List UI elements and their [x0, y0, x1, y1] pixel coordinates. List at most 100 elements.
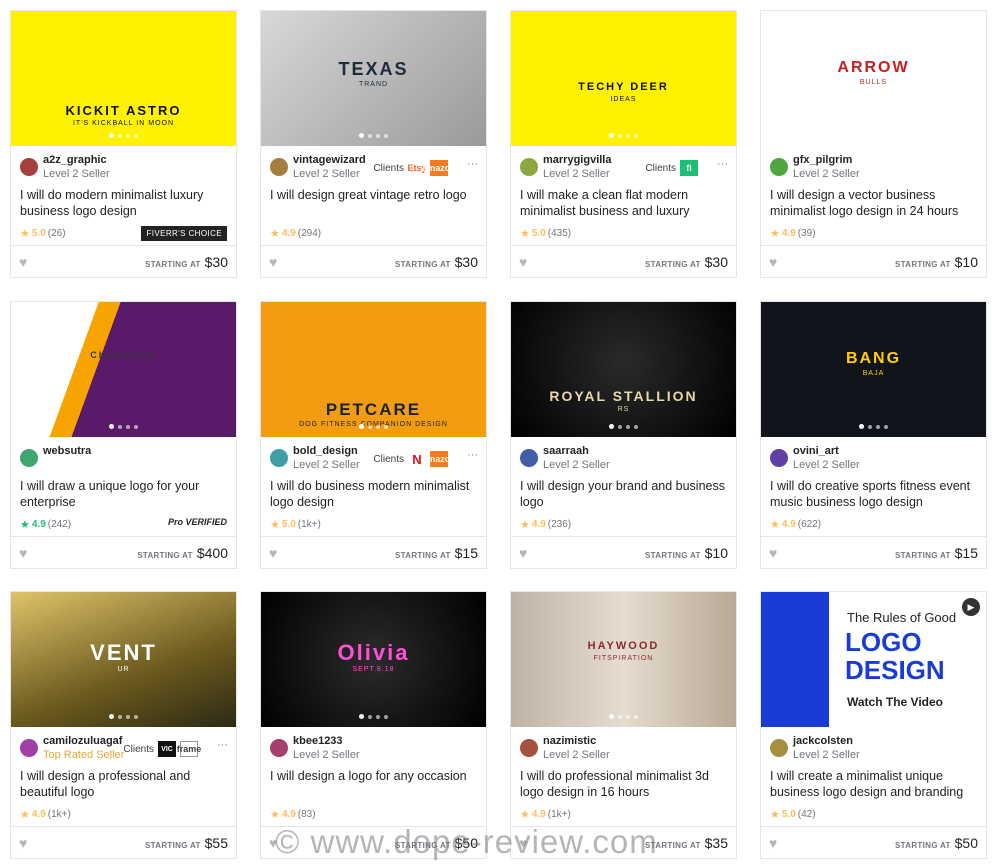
- more-icon[interactable]: ···: [717, 158, 728, 170]
- avatar[interactable]: [270, 449, 288, 467]
- gig-thumbnail[interactable]: KICKIT ASTRO IT'S KICKBALL IN MOON: [11, 11, 236, 146]
- price[interactable]: STARTING AT $400: [137, 545, 228, 561]
- avatar[interactable]: [20, 158, 38, 176]
- gig-card[interactable]: KICKIT ASTRO IT'S KICKBALL IN MOON a2z_g…: [10, 10, 237, 278]
- seller-name[interactable]: saarraah: [543, 445, 589, 457]
- price[interactable]: STARTING AT $30: [395, 254, 478, 270]
- gig-title[interactable]: I will design a professional and beautif…: [20, 768, 226, 800]
- price[interactable]: STARTING AT $10: [895, 254, 978, 270]
- avatar[interactable]: [520, 158, 538, 176]
- seller-name[interactable]: camilozuluagaf: [43, 735, 122, 747]
- seller-name[interactable]: kbee1233: [293, 735, 343, 747]
- more-icon[interactable]: ···: [217, 739, 228, 751]
- seller-name[interactable]: ovini_art: [793, 445, 839, 457]
- gig-title[interactable]: I will design a logo for any occasion: [270, 768, 476, 800]
- carousel-dots[interactable]: [11, 424, 236, 429]
- heart-icon[interactable]: ♥: [769, 835, 777, 851]
- gig-card[interactable]: ROYAL STALLION RS saarraah Level 2 Selle…: [510, 301, 737, 569]
- carousel-dots[interactable]: [261, 424, 486, 429]
- carousel-dots[interactable]: [511, 714, 736, 719]
- more-icon[interactable]: ···: [467, 158, 478, 170]
- seller-name[interactable]: websutra: [43, 445, 91, 457]
- gig-card[interactable]: PETCARE DOG FITNESS COMPANION DESIGN bol…: [260, 301, 487, 569]
- carousel-dots[interactable]: [761, 714, 986, 719]
- avatar[interactable]: [20, 449, 38, 467]
- gig-title[interactable]: I will design great vintage retro logo: [270, 187, 476, 219]
- gig-thumbnail[interactable]: BANG BAJA: [761, 302, 986, 437]
- gig-card[interactable]: Chameleon websutra I will draw a unique …: [10, 301, 237, 569]
- seller-name[interactable]: gfx_pilgrim: [793, 154, 852, 166]
- price[interactable]: STARTING AT $15: [895, 545, 978, 561]
- heart-icon[interactable]: ♥: [519, 545, 527, 561]
- gig-card[interactable]: The Rules of Good LOGO DESIGN Watch The …: [760, 591, 987, 859]
- seller-name[interactable]: vintagewizard: [293, 154, 366, 166]
- carousel-dots[interactable]: [261, 714, 486, 719]
- seller-name[interactable]: jackcolsten: [793, 735, 853, 747]
- gig-title[interactable]: I will do creative sports fitness event …: [770, 478, 976, 510]
- gig-card[interactable]: Olivia SEPT.8.18 kbee1233 Level 2 Seller…: [260, 591, 487, 859]
- heart-icon[interactable]: ♥: [19, 254, 27, 270]
- gig-card[interactable]: TEXAS TRAND vintagewizard Level 2 Seller…: [260, 10, 487, 278]
- gig-thumbnail[interactable]: ARROW BULLS: [761, 11, 986, 146]
- heart-icon[interactable]: ♥: [769, 254, 777, 270]
- clients-list[interactable]: Clients fi: [645, 160, 698, 176]
- gig-card[interactable]: ARROW BULLS gfx_pilgrim Level 2 Seller I …: [760, 10, 987, 278]
- gig-title[interactable]: I will make a clean flat modern minimali…: [520, 187, 726, 219]
- carousel-dots[interactable]: [761, 424, 986, 429]
- gig-thumbnail[interactable]: VENT UR: [11, 592, 236, 727]
- gig-title[interactable]: I will do professional minimalist 3d log…: [520, 768, 726, 800]
- gig-thumbnail[interactable]: PETCARE DOG FITNESS COMPANION DESIGN: [261, 302, 486, 437]
- gig-title[interactable]: I will design your brand and business lo…: [520, 478, 726, 510]
- seller-name[interactable]: a2z_graphic: [43, 154, 107, 166]
- price[interactable]: STARTING AT $55: [145, 835, 228, 851]
- gig-thumbnail[interactable]: Chameleon: [11, 302, 236, 437]
- gig-title[interactable]: I will do modern minimalist luxury busin…: [20, 187, 226, 219]
- price[interactable]: STARTING AT $10: [645, 545, 728, 561]
- heart-icon[interactable]: ♥: [269, 254, 277, 270]
- heart-icon[interactable]: ♥: [269, 545, 277, 561]
- gig-title[interactable]: I will do business modern minimalist log…: [270, 478, 476, 510]
- clients-list[interactable]: Clients Namazon: [373, 451, 456, 467]
- avatar[interactable]: [270, 739, 288, 757]
- clients-list[interactable]: Clients VIC frame: [123, 741, 201, 757]
- seller-name[interactable]: marrygigvilla: [543, 154, 611, 166]
- gig-title[interactable]: I will design a vector business minimali…: [770, 187, 976, 219]
- carousel-dots[interactable]: [11, 133, 236, 138]
- price[interactable]: STARTING AT $15: [395, 545, 478, 561]
- carousel-dots[interactable]: [511, 424, 736, 429]
- heart-icon[interactable]: ♥: [519, 254, 527, 270]
- avatar[interactable]: [770, 158, 788, 176]
- carousel-dots[interactable]: [11, 714, 236, 719]
- gig-card[interactable]: VENT UR camilozuluagaf Top Rated Seller C…: [10, 591, 237, 859]
- avatar[interactable]: [520, 449, 538, 467]
- price[interactable]: STARTING AT $30: [145, 254, 228, 270]
- gig-thumbnail[interactable]: ROYAL STALLION RS: [511, 302, 736, 437]
- avatar[interactable]: [20, 739, 38, 757]
- more-icon[interactable]: ···: [467, 449, 478, 461]
- avatar[interactable]: [770, 449, 788, 467]
- gig-thumbnail[interactable]: TEXAS TRAND: [261, 11, 486, 146]
- price[interactable]: STARTING AT $50: [895, 835, 978, 851]
- carousel-dots[interactable]: [511, 133, 736, 138]
- heart-icon[interactable]: ♥: [769, 545, 777, 561]
- gig-title[interactable]: I will create a minimalist unique busine…: [770, 768, 976, 800]
- gig-card[interactable]: TECHY DEER IDEAS marrygigvilla Level 2 S…: [510, 10, 737, 278]
- gig-thumbnail[interactable]: TECHY DEER IDEAS: [511, 11, 736, 146]
- gig-thumbnail[interactable]: The Rules of Good LOGO DESIGN Watch The …: [761, 592, 986, 727]
- heart-icon[interactable]: ♥: [19, 835, 27, 851]
- avatar[interactable]: [770, 739, 788, 757]
- gig-thumbnail[interactable]: Olivia SEPT.8.18: [261, 592, 486, 727]
- avatar[interactable]: [520, 739, 538, 757]
- gig-card[interactable]: HAYWOOD FITSPIRATION nazimistic Level 2 …: [510, 591, 737, 859]
- gig-title[interactable]: I will draw a unique logo for your enter…: [20, 478, 226, 510]
- carousel-dots[interactable]: [761, 133, 986, 138]
- seller-name[interactable]: nazimistic: [543, 735, 596, 747]
- seller-name[interactable]: bold_design: [293, 445, 358, 457]
- gig-thumbnail[interactable]: HAYWOOD FITSPIRATION: [511, 592, 736, 727]
- carousel-dots[interactable]: [261, 133, 486, 138]
- play-icon[interactable]: ▶: [962, 598, 980, 616]
- gig-card[interactable]: BANG BAJA ovini_art Level 2 Seller I will…: [760, 301, 987, 569]
- heart-icon[interactable]: ♥: [19, 545, 27, 561]
- price[interactable]: STARTING AT $30: [645, 254, 728, 270]
- avatar[interactable]: [270, 158, 288, 176]
